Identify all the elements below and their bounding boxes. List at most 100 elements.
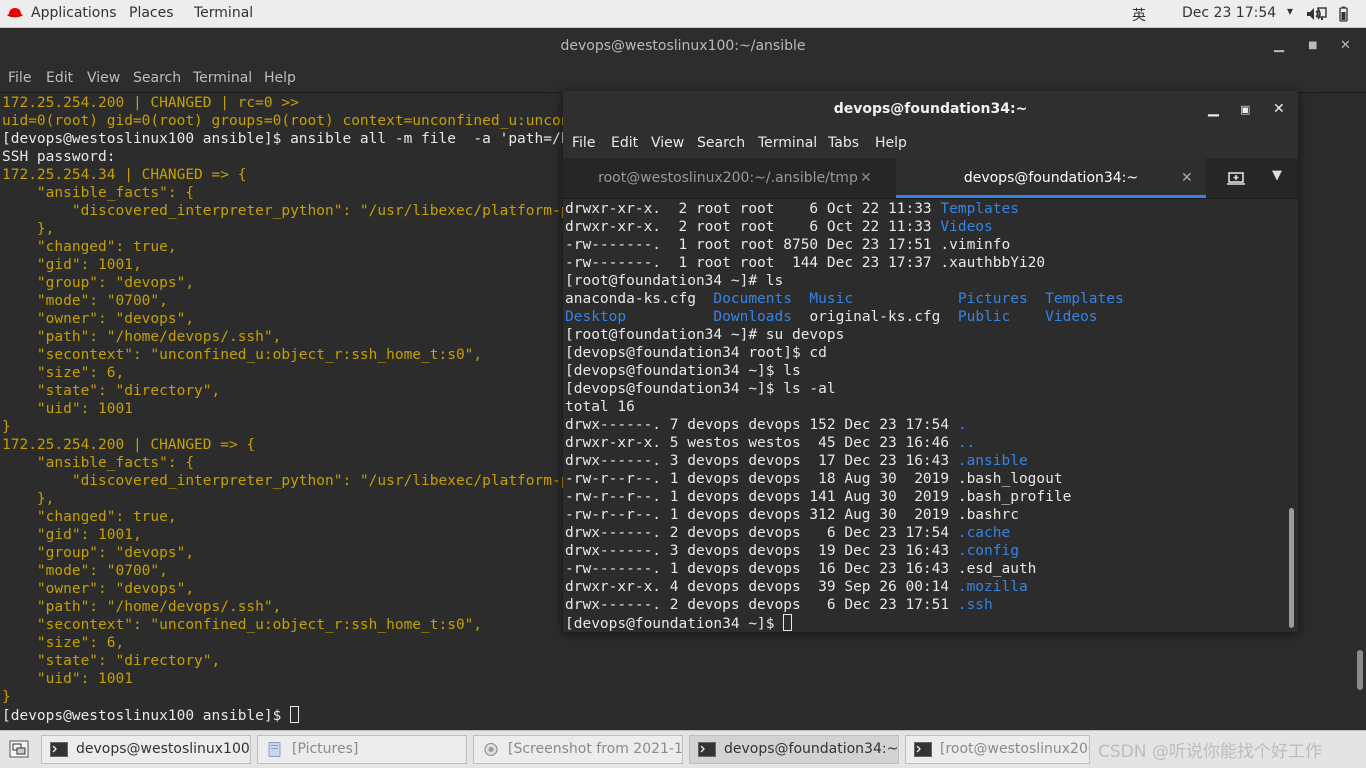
terminal-line-segment: [devops@foundation34 ~]$ ls -al [565, 381, 836, 397]
menu-help[interactable]: Help [875, 135, 907, 151]
terminal-line: "changed": true, [2, 239, 177, 255]
terminal-line-segment: drwxr-xr-x. 2 root root 6 Oct 22 11:33 [565, 219, 941, 235]
terminal-line: } [2, 419, 11, 435]
menu-view[interactable]: View [651, 135, 684, 151]
terminal-line: -rw-------. 1 root root 144 Dec 23 17:37… [565, 254, 1045, 272]
terminal-prompt[interactable]: [devops@foundation34 ~]$ [565, 614, 793, 632]
close-icon[interactable]: ✕ [1273, 91, 1285, 128]
main-scrollbar[interactable] [1357, 650, 1363, 690]
terminal-line: "secontext": "unconfined_u:object_r:ssh_… [2, 617, 483, 633]
terminal-line-segment: [devops@foundation34 ~]$ ls [565, 363, 801, 379]
taskbar-item[interactable]: devops@westoslinux100:~... [41, 735, 251, 764]
terminal-line: } [2, 689, 11, 705]
terminal-line: drwxr-xr-x. 4 devops devops 39 Sep 26 00… [565, 578, 1028, 596]
top-bar: Applications Places Terminal 英 Dec 23 17… [0, 0, 1366, 28]
menu-edit[interactable]: Edit [611, 135, 638, 151]
places-menu[interactable]: Places [129, 5, 174, 21]
maximize-icon[interactable]: ▣ [1240, 91, 1250, 128]
tab-close-icon[interactable]: ✕ [860, 158, 872, 198]
menu-tabs[interactable]: Tabs [828, 135, 859, 151]
menu-search[interactable]: Search [697, 135, 745, 151]
input-method-indicator[interactable]: 英 [1132, 5, 1146, 25]
terminal-line: [root@foundation34 ~]# ls [565, 272, 783, 290]
terminal-line: "discovered_interpreter_python": "/usr/l… [2, 203, 622, 219]
foundation-terminal-output[interactable]: drwxr-xr-x. 2 root root 6 Oct 22 11:33 T… [563, 199, 1298, 632]
terminal-line-segment: .config [957, 543, 1019, 559]
terminal-icon [50, 742, 68, 757]
terminal-line: [devops@foundation34 ~]$ ls -al [565, 380, 836, 398]
menu-search[interactable]: Search [133, 70, 181, 86]
menu-terminal[interactable]: Terminal [193, 70, 252, 86]
terminal-line-segment: -rw-r--r--. 1 devops devops 141 Aug 30 2… [565, 489, 1072, 505]
terminal-line: drwx------. 3 devops devops 17 Dec 23 16… [565, 452, 1028, 470]
taskbar-item[interactable]: devops@foundation34:~ [689, 735, 899, 764]
terminal-line: [devops@foundation34 ~]$ ls [565, 362, 801, 380]
power-icon[interactable] [1339, 6, 1348, 22]
terminal-line: 172.25.254.34 | CHANGED => { [2, 167, 247, 183]
taskbar-item-label: devops@westoslinux100:~... [76, 741, 250, 757]
taskbar-item[interactable]: [root@westoslinux200:~] [905, 735, 1090, 764]
maximize-icon[interactable]: ■ [1308, 28, 1317, 64]
minimize-icon[interactable]: ▁ [1208, 91, 1219, 128]
terminal-line: Desktop Downloads original-ks.cfg Public… [565, 308, 1098, 326]
main-window-titlebar[interactable]: devops@westoslinux100:~/ansible ▁ ■ ✕ [0, 28, 1366, 64]
foundation-scrollbar[interactable] [1289, 508, 1294, 628]
terminal-line: "owner": "devops", [2, 581, 195, 597]
terminal-icon [914, 742, 932, 757]
terminal-line: "ansible_facts": { [2, 455, 195, 471]
terminal-line: 172.25.254.200 | CHANGED | rc=0 >> [2, 95, 299, 111]
terminal-line: "secontext": "unconfined_u:object_r:ssh_… [2, 347, 483, 363]
terminal-line-segment: [root@foundation34 ~]# su devops [565, 327, 845, 343]
network-icon[interactable] [1316, 7, 1328, 21]
terminal-line-segment: original-ks.cfg [791, 309, 958, 325]
terminal-line: "gid": 1001, [2, 257, 142, 273]
show-desktop-icon[interactable] [9, 740, 29, 758]
menu-file[interactable]: File [572, 135, 595, 151]
tab-list-dropdown-icon[interactable]: ▼ [1272, 168, 1282, 183]
terminal-line: "path": "/home/devops/.ssh", [2, 599, 282, 615]
terminal-line-segment: .ansible [957, 453, 1028, 469]
terminal-app-menu[interactable]: Terminal [194, 5, 253, 21]
tab-root-westoslinux200[interactable]: root@westoslinux200:~/.ansible/tmp ✕ [563, 158, 893, 198]
terminal-line: 172.25.254.200 | CHANGED => { [2, 437, 256, 453]
tab-close-icon[interactable]: ✕ [1181, 158, 1193, 198]
terminal-line: "mode": "0700", [2, 563, 168, 579]
terminal-prompt[interactable]: [devops@westoslinux100 ansible]$ [2, 706, 300, 724]
terminal-line: [root@foundation34 ~]# su devops [565, 326, 844, 344]
terminal-line-segment: drwxr-xr-x. 4 devops devops 39 Sep 26 00… [565, 579, 958, 595]
main-menubar: File Edit View Search Terminal Help [0, 64, 1366, 93]
terminal-line: "path": "/home/devops/.ssh", [2, 329, 282, 345]
taskbar-item[interactable]: [Screenshot from 2021-12... [473, 735, 683, 764]
clock[interactable]: Dec 23 17:54 [1182, 5, 1276, 21]
minimize-icon[interactable]: ▁ [1274, 28, 1284, 64]
tab-label: devops@foundation34:~ [963, 170, 1139, 186]
tab-devops-foundation34[interactable]: devops@foundation34:~ ✕ [896, 158, 1206, 198]
foundation-menubar: File Edit View Search Terminal Tabs Help [563, 128, 1298, 158]
new-tab-icon[interactable] [1227, 170, 1245, 186]
clock-dropdown-icon[interactable]: ▾ [1287, 4, 1293, 18]
terminal-line: "uid": 1001 [2, 401, 133, 417]
terminal-icon [698, 742, 716, 757]
redhat-logo-icon [7, 8, 23, 18]
terminal-line: "changed": true, [2, 509, 177, 525]
taskbar-item[interactable]: [Pictures] [257, 735, 467, 764]
applications-menu[interactable]: Applications [31, 5, 117, 21]
terminal-line-segment: -rw-------. 1 root root 8750 Dec 23 17:5… [565, 237, 1011, 253]
menu-view[interactable]: View [87, 70, 120, 86]
terminal-line: "size": 6, [2, 635, 125, 651]
terminal-line-segment: .mozilla [957, 579, 1028, 595]
menu-help[interactable]: Help [264, 70, 296, 86]
terminal-line: "gid": 1001, [2, 527, 142, 543]
foundation-window-titlebar[interactable]: devops@foundation34:~ ▁ ▣ ✕ [563, 91, 1298, 128]
terminal-line-segment: drwx------. 2 devops devops 6 Dec 23 17:… [565, 525, 958, 541]
menu-edit[interactable]: Edit [46, 70, 73, 86]
menu-terminal[interactable]: Terminal [758, 135, 817, 151]
tab-bar: root@westoslinux200:~/.ansible/tmp ✕ dev… [563, 158, 1298, 199]
terminal-line: "size": 6, [2, 365, 125, 381]
terminal-line: "state": "directory", [2, 383, 221, 399]
close-icon[interactable]: ✕ [1340, 28, 1351, 64]
terminal-line: drwxr-xr-x. 5 westos westos 45 Dec 23 16… [565, 434, 975, 452]
tab-label: root@westoslinux200:~/.ansible/tmp [598, 170, 858, 186]
terminal-line: }, [2, 491, 55, 507]
menu-file[interactable]: File [8, 70, 31, 86]
